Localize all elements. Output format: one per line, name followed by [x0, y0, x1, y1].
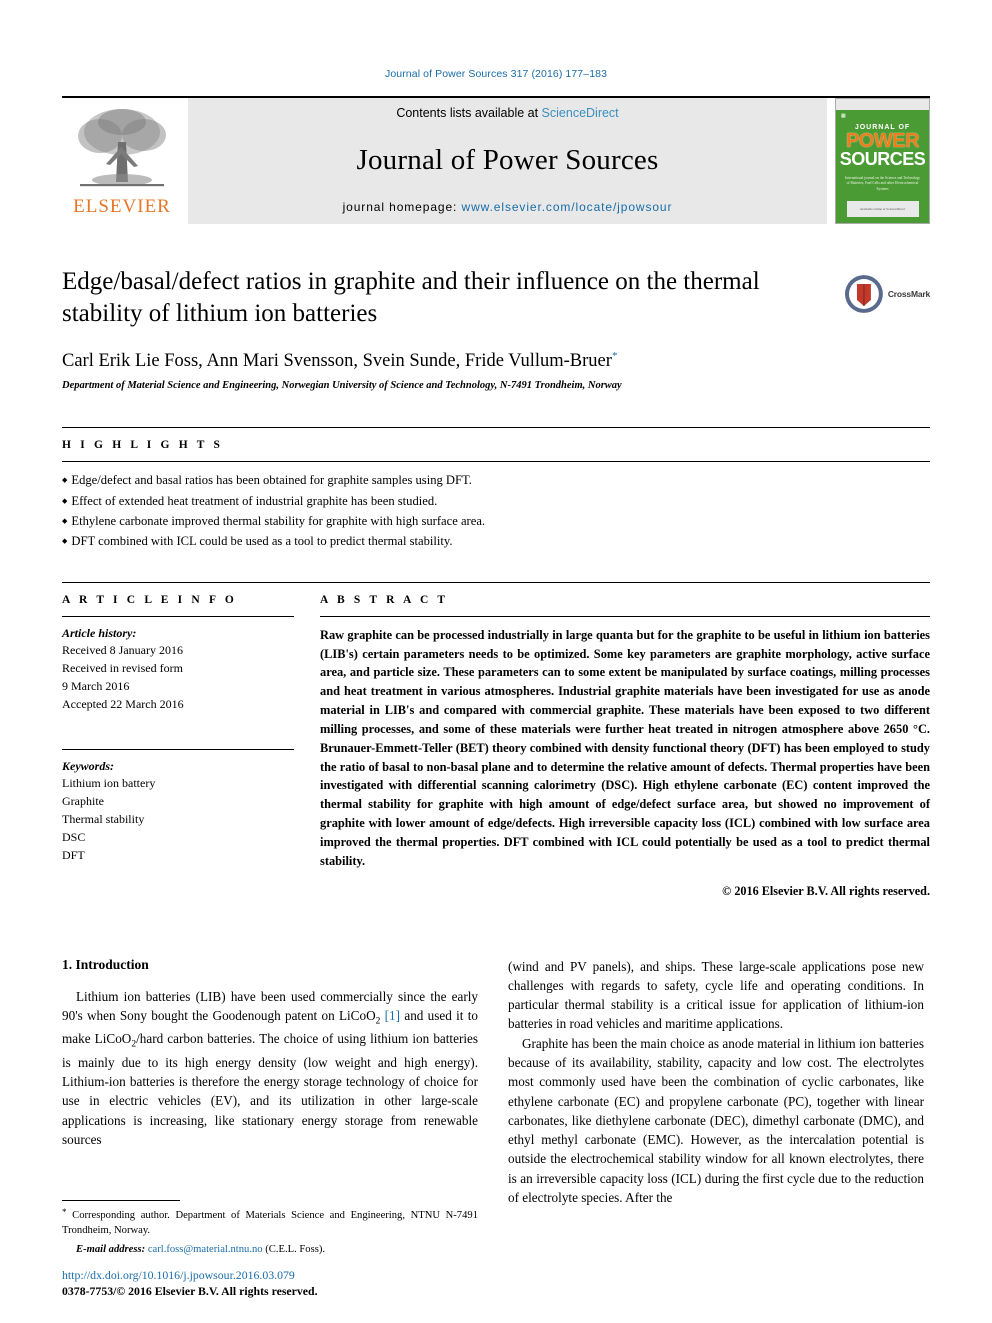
homepage-url-link[interactable]: www.elsevier.com/locate/jpowsour — [462, 200, 673, 214]
keyword-item: DSC — [62, 829, 86, 844]
article-info-divider — [62, 615, 294, 617]
elsevier-wordmark: ELSEVIER — [73, 196, 171, 217]
body-column-right: (wind and PV panels), and ships. These l… — [508, 957, 924, 1207]
abstract-divider — [320, 615, 930, 617]
issn-copyright-line: 0378-7753/© 2016 Elsevier B.V. All right… — [62, 1284, 318, 1298]
keyword-item: Thermal stability — [62, 811, 145, 826]
corresponding-author-marker: * — [611, 350, 618, 362]
abstract-text: Raw graphite can be processed industrial… — [320, 627, 930, 868]
footnote-block: * Corresponding author. Department of Ma… — [62, 1199, 478, 1255]
corresponding-author-text: Corresponding author. Department of Mate… — [62, 1209, 478, 1236]
corresponding-author-note: * Corresponding author. Department of Ma… — [62, 1206, 478, 1238]
sciencedirect-link[interactable]: ScienceDirect — [542, 106, 619, 120]
doi-block: http://dx.doi.org/10.1016/j.jpowsour.201… — [62, 1268, 522, 1299]
email-link[interactable]: carl.foss@material.ntnu.no — [148, 1244, 263, 1255]
contents-available-line: Contents lists available at ScienceDirec… — [396, 106, 618, 120]
running-head: Journal of Power Sources 317 (2016) 177–… — [384, 68, 608, 80]
affiliation: Department of Material Science and Engin… — [62, 380, 622, 392]
journal-title: Journal of Power Sources — [356, 143, 659, 176]
contents-prefix: Contents lists available at — [396, 106, 542, 120]
page-title: Edge/basal/defect ratios in graphite and… — [62, 268, 760, 327]
subscript: 2 — [375, 1016, 381, 1027]
list-item: Ethylene carbonate improved thermal stab… — [62, 511, 930, 531]
asterisk-icon: * — [62, 1206, 67, 1217]
footnote-divider — [62, 1199, 180, 1201]
author-list: Carl Erik Lie Foss, Ann Mari Svensson, S… — [62, 350, 930, 372]
email-suffix: (C.E.L. Foss). — [265, 1244, 325, 1255]
history-item: Received 8 January 2016 — [62, 642, 183, 657]
email-label: E-mail address: — [76, 1244, 146, 1255]
journal-masthead: ELSEVIER Contents lists available at Sci… — [62, 96, 930, 224]
keywords-label: Keywords: — [62, 758, 114, 773]
keyword-item: Graphite — [62, 793, 104, 808]
history-item: 9 March 2016 — [62, 678, 130, 693]
article-info-heading: A R T I C L E I N F O — [62, 593, 237, 606]
reference-link-1[interactable]: [1] — [385, 1008, 400, 1023]
elsevier-logo: ELSEVIER — [62, 98, 182, 224]
list-item: Edge/defect and basal ratios has been ob… — [62, 470, 930, 490]
abstract-column: A B S T R A C T Raw graphite can be proc… — [320, 594, 930, 899]
elsevier-tree-icon — [78, 109, 166, 187]
masthead-center: Contents lists available at ScienceDirec… — [188, 98, 827, 224]
article-page: Journal of Power Sources 317 (2016) 177–… — [0, 0, 992, 1323]
author-names: Carl Erik Lie Foss, Ann Mari Svensson, S… — [62, 351, 612, 372]
title-area: Edge/basal/defect ratios in graphite and… — [62, 266, 930, 391]
crossmark-label: CrossMark — [887, 289, 930, 299]
cover-elsevier-mark: ▦ — [841, 114, 846, 119]
body-column-left: 1. Introduction Lithium ion batteries (L… — [62, 957, 478, 1207]
keyword-item: DFT — [62, 847, 85, 862]
list-item: Effect of extended heat treatment of ind… — [62, 491, 930, 511]
highlights-heading: H I G H L I G H T S — [62, 439, 224, 452]
homepage-prefix: journal homepage: — [342, 200, 462, 214]
keywords-block: Keywords: Lithium ion battery Graphite T… — [62, 748, 294, 864]
crossmark-badge[interactable]: CrossMark — [844, 272, 930, 316]
article-history-label: Article history: — [62, 625, 137, 640]
body-columns: 1. Introduction Lithium ion batteries (L… — [62, 957, 930, 1207]
cover-top-strip — [836, 99, 929, 110]
email-note: E-mail address: carl.foss@material.ntnu.… — [62, 1244, 478, 1255]
intro-text-c: /hard carbon batteries. The choice of us… — [62, 1031, 478, 1148]
section-heading-introduction: 1. Introduction — [62, 956, 149, 972]
article-info-column: A R T I C L E I N F O Article history: R… — [62, 594, 294, 899]
history-item: Received in revised form — [62, 660, 183, 675]
info-abstract-section: A R T I C L E I N F O Article history: R… — [62, 581, 930, 899]
highlights-divider — [62, 461, 930, 463]
journal-homepage-line: journal homepage: www.elsevier.com/locat… — [343, 200, 673, 214]
history-item: Accepted 22 March 2016 — [62, 696, 184, 711]
keyword-item: Lithium ion battery — [62, 775, 156, 790]
doi-link[interactable]: http://dx.doi.org/10.1016/j.jpowsour.201… — [62, 1268, 522, 1283]
intro-paragraph-right-2: Graphite has been the main choice as ano… — [508, 1035, 924, 1205]
crossmark-icon — [844, 275, 883, 313]
cover-line-3: SOURCES — [839, 149, 926, 169]
intro-paragraph-right-1: (wind and PV panels), and ships. These l… — [508, 958, 924, 1032]
list-item: DFT combined with ICL could be used as a… — [62, 531, 930, 551]
keywords-divider — [62, 748, 294, 750]
highlights-list: Edge/defect and basal ratios has been ob… — [62, 470, 930, 552]
intro-paragraph-left: Lithium ion batteries (LIB) have been us… — [62, 987, 478, 1150]
cover-footer-strip: Available online at ScienceDirect — [846, 201, 919, 217]
abstract-heading: A B S T R A C T — [320, 593, 449, 606]
copyright-line: © 2016 Elsevier B.V. All rights reserved… — [722, 883, 930, 898]
cover-blurb: International journal on the Science and… — [844, 176, 921, 191]
highlights-section: H I G H L I G H T S Edge/defect and basa… — [62, 427, 930, 552]
journal-cover-thumbnail: ▦ JOURNAL OF POWER SOURCES International… — [835, 98, 930, 224]
